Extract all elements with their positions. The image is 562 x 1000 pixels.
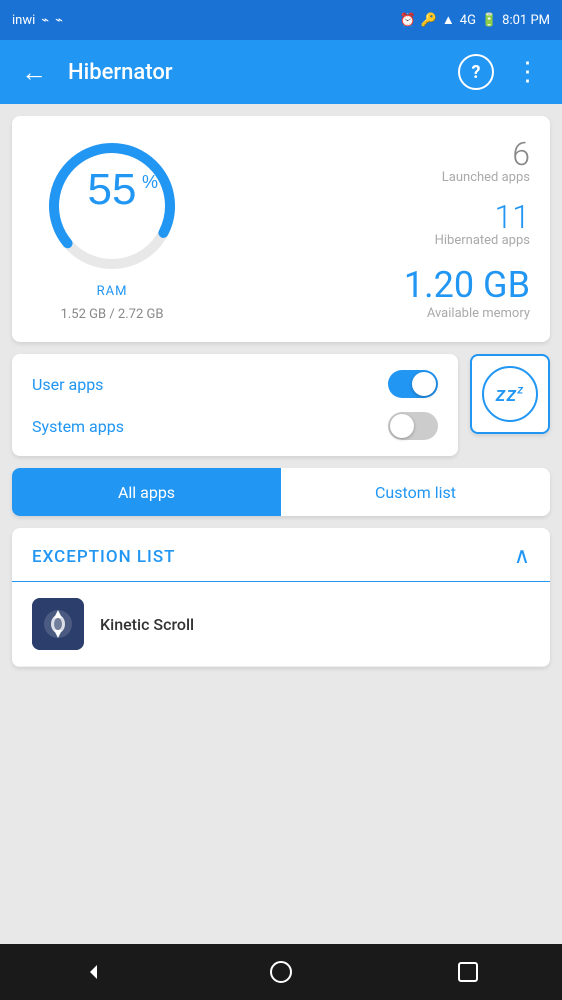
status-left: inwi ⌁ ⌁: [12, 13, 63, 28]
exception-card: Exception List ∧ Kinetic Sc: [12, 528, 550, 667]
back-nav-button[interactable]: [79, 957, 109, 987]
back-button[interactable]: ←: [16, 54, 52, 90]
ram-card: 55 % RAM 1.52 GB / 2.72 GB 6 Launched ap…: [12, 116, 550, 342]
recents-nav-button[interactable]: [453, 957, 483, 987]
system-apps-thumb: [390, 414, 414, 438]
alarm-icon: ⏰: [400, 13, 416, 28]
ram-values-text: 1.52 GB / 2.72 GB: [61, 307, 164, 322]
hibernated-apps-label: Hibernated apps: [435, 233, 530, 248]
back-nav-icon: [82, 960, 106, 984]
system-apps-toggle[interactable]: [388, 412, 438, 440]
exception-title: Exception List: [32, 547, 176, 567]
ram-label: RAM: [97, 284, 128, 299]
dots-icon: ⋮: [515, 57, 542, 87]
battery-icon: 🔋: [481, 13, 497, 28]
custom-list-label: Custom list: [375, 483, 456, 502]
recents-nav-icon: [457, 961, 479, 983]
all-apps-label: All apps: [118, 483, 175, 502]
hibernated-apps-number: 11: [435, 201, 530, 233]
toggles-card: User apps System apps: [12, 354, 458, 456]
question-icon: ?: [472, 62, 481, 83]
carrier-text: inwi: [12, 13, 35, 28]
exception-header: Exception List ∧: [12, 528, 550, 582]
signal-icon: 4G: [460, 13, 476, 28]
svg-text:%: %: [142, 172, 158, 192]
ram-circle-container: 55 % RAM 1.52 GB / 2.72 GB: [32, 136, 192, 322]
hibernated-apps-stat: 11 Hibernated apps: [435, 201, 530, 248]
back-arrow-icon: ←: [21, 57, 47, 88]
stats-container: 6 Launched apps 11 Hibernated apps 1.20 …: [192, 138, 530, 321]
launched-apps-number: 6: [442, 138, 530, 170]
app-bar: ← Hibernator ? ⋮: [0, 40, 562, 104]
available-memory-stat: 1.20 GB Available memory: [404, 264, 530, 321]
available-memory-value: 1.20 GB: [404, 264, 530, 306]
usb2-icon: ⌁: [55, 13, 63, 28]
usb-icon: ⌁: [41, 13, 49, 28]
launched-apps-label: Launched apps: [442, 170, 530, 185]
sleep-icon: zzz: [482, 366, 538, 422]
app-icon-kinetic-scroll: [32, 598, 84, 650]
user-apps-toggle[interactable]: [388, 370, 438, 398]
custom-list-tab[interactable]: Custom list: [281, 468, 550, 516]
chevron-up-icon[interactable]: ∧: [514, 544, 530, 569]
help-button[interactable]: ?: [458, 54, 494, 90]
status-right: ⏰ 🔑 ▲ 4G 🔋 8:01 PM: [400, 12, 550, 28]
app-icon-svg: [32, 598, 84, 650]
zzz-text: zzz: [496, 382, 524, 406]
home-nav-button[interactable]: [266, 957, 296, 987]
key-icon: 🔑: [421, 13, 437, 28]
svg-text:55: 55: [88, 165, 137, 214]
app-title: Hibernator: [68, 60, 442, 85]
time-text: 8:01 PM: [502, 13, 550, 28]
status-bar: inwi ⌁ ⌁ ⏰ 🔑 ▲ 4G 🔋 8:01 PM: [0, 0, 562, 40]
all-apps-tab[interactable]: All apps: [12, 468, 281, 516]
main-content: 55 % RAM 1.52 GB / 2.72 GB 6 Launched ap…: [0, 104, 562, 944]
home-nav-icon: [269, 960, 293, 984]
system-apps-label: System apps: [32, 417, 124, 436]
tab-bar: All apps Custom list: [12, 468, 550, 516]
list-item: Kinetic Scroll: [12, 582, 550, 667]
available-memory-label: Available memory: [404, 306, 530, 321]
app-name-kinetic-scroll: Kinetic Scroll: [100, 615, 194, 634]
wifi-icon: ▲: [442, 12, 455, 28]
bottom-nav: [0, 944, 562, 1000]
ram-circle-chart: 55 %: [42, 136, 182, 276]
system-apps-row: System apps: [32, 412, 438, 440]
user-apps-label: User apps: [32, 375, 103, 394]
menu-button[interactable]: ⋮: [510, 54, 546, 90]
sleep-button[interactable]: zzz: [470, 354, 550, 434]
controls-row: User apps System apps zzz: [12, 354, 550, 456]
launched-apps-stat: 6 Launched apps: [442, 138, 530, 185]
user-apps-thumb: [412, 372, 436, 396]
user-apps-row: User apps: [32, 370, 438, 398]
